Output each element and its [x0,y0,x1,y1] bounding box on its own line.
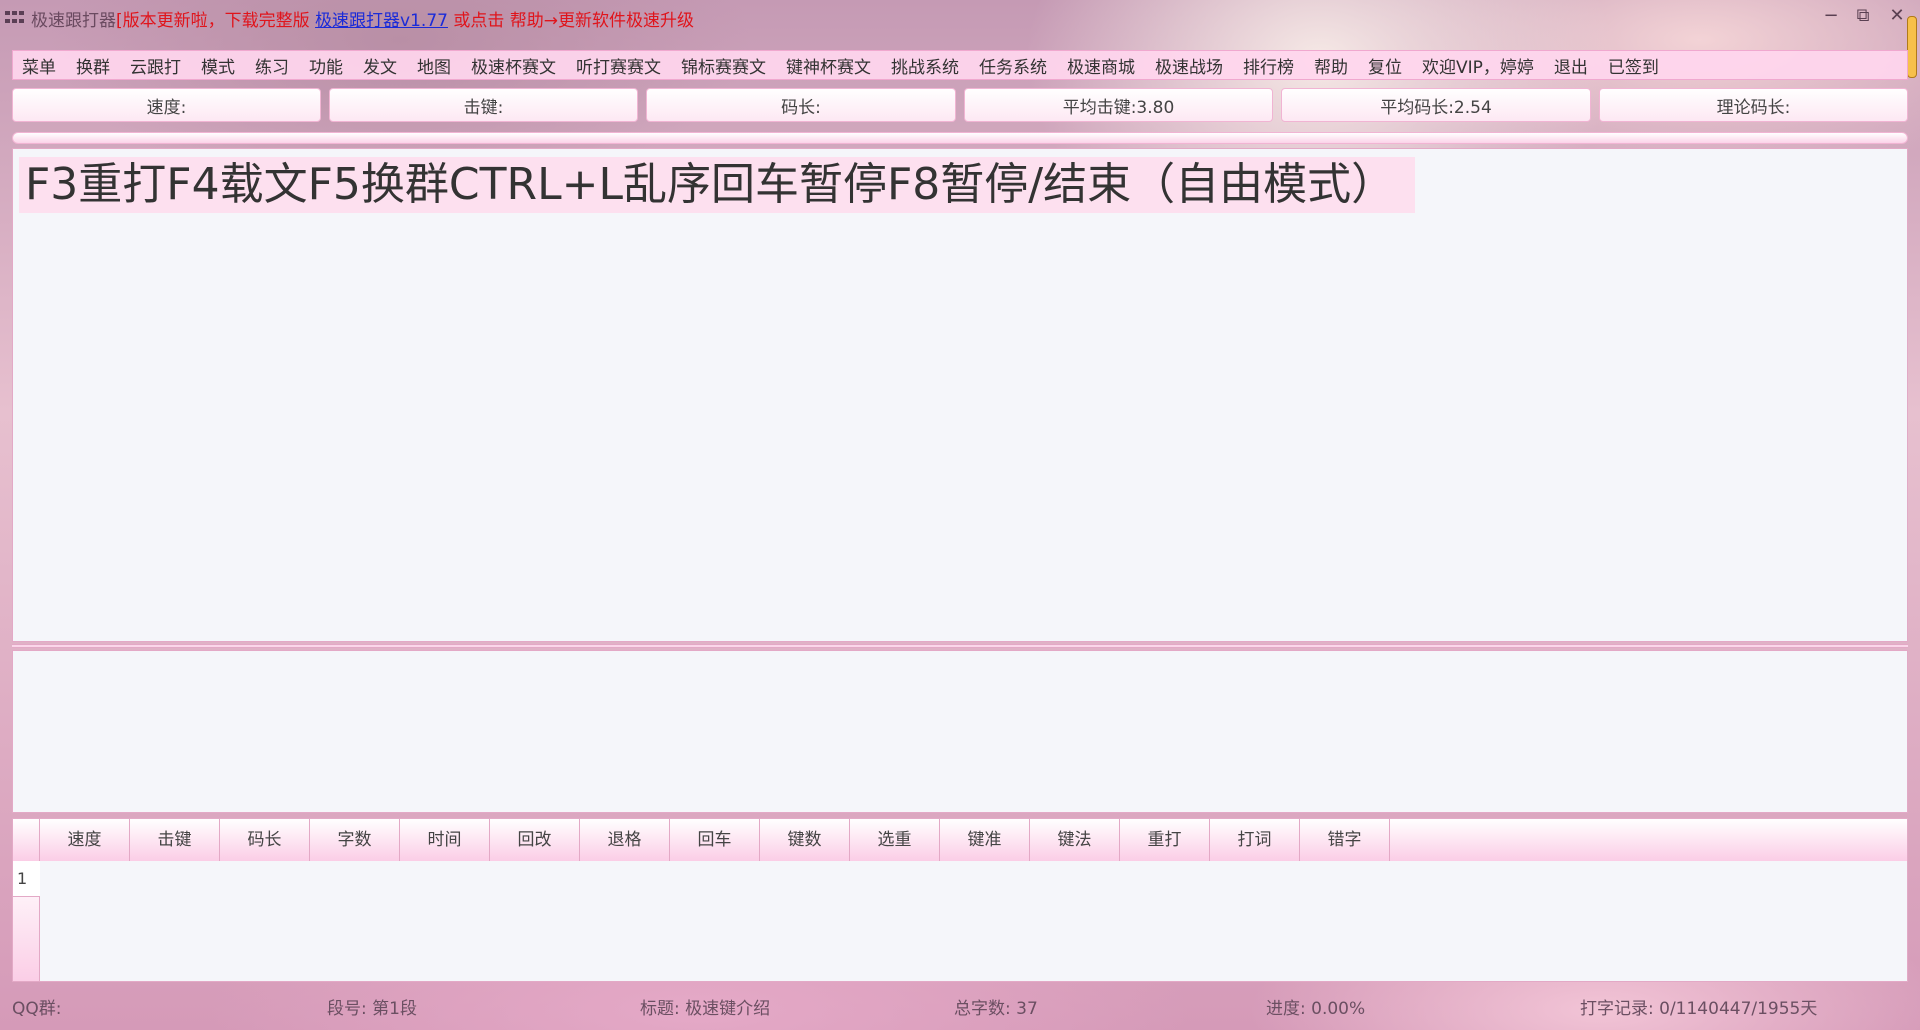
results-table: 速度 击键 码长 字数 时间 回改 退格 回车 键数 选重 键准 键法 重打 打… [12,818,1908,982]
restore-icon[interactable]: ⧉ [1852,6,1874,26]
stat-avg-keystroke: 平均击键:3.80 [964,88,1273,122]
stat-code-length: 码长: [646,88,956,122]
close-icon[interactable]: ✕ [1886,6,1908,26]
col-enter[interactable]: 回车 [670,819,760,861]
col-word-typing[interactable]: 打词 [1210,819,1300,861]
source-text-panel: F3重打F4载文F5换群CTRL+L乱序回车暂停F8暂停/结束（自由模式） [12,148,1908,642]
menu-item-battlefield[interactable]: 极速战场 [1145,53,1233,78]
menu-item-help[interactable]: 帮助 [1304,53,1358,78]
menu-item-switch-group[interactable]: 换群 [66,53,120,78]
col-corrections[interactable]: 回改 [490,819,580,861]
col-char-count[interactable]: 字数 [310,819,400,861]
menu-item-main[interactable]: 菜单 [13,53,66,78]
menu-item-exit[interactable]: 退出 [1544,53,1598,78]
col-retype[interactable]: 重打 [1120,819,1210,861]
menu-item-mode[interactable]: 模式 [191,53,245,78]
menu-item-practice[interactable]: 练习 [245,53,299,78]
col-code-length[interactable]: 码长 [220,819,310,861]
col-errors[interactable]: 错字 [1300,819,1390,861]
status-qq-group: QQ群: [12,999,62,1019]
side-scroll-handle[interactable] [1907,16,1917,78]
typing-progress-bar [12,132,1908,144]
stat-speed: 速度: [12,88,321,122]
col-key-method[interactable]: 键法 [1030,819,1120,861]
source-text: F3重打F4载文F5换群CTRL+L乱序回车暂停F8暂停/结束（自由模式） [19,157,1416,213]
menu-item-championship[interactable]: 锦标赛赛文 [671,53,776,78]
stat-avg-code-length: 平均码长:2.54 [1281,88,1591,122]
col-speed[interactable]: 速度 [40,819,130,861]
table-corner [13,819,40,861]
minimize-icon[interactable]: − [1820,6,1842,26]
col-time[interactable]: 时间 [400,819,490,861]
stat-theory-code-length: 理论码长: [1599,88,1908,122]
stat-keystroke: 击键: [329,88,638,122]
menu-item-welcome-vip[interactable]: 欢迎VIP，婷婷 [1412,53,1544,78]
results-header-row: 速度 击键 码长 字数 时间 回改 退格 回车 键数 选重 键准 键法 重打 打… [13,819,1907,861]
status-bar: QQ群: 段号: 第1段 标题: 极速键介绍 总字数: 37 进度: 0.00%… [0,986,1920,1026]
col-backspace[interactable]: 退格 [580,819,670,861]
menu-item-leaderboard[interactable]: 排行榜 [1233,53,1304,78]
update-notice: [版本更新啦，下载完整版 [116,10,310,31]
status-typing-record: 打字记录: 0/1140447/1955天 [1580,999,1818,1019]
menu-item-map[interactable]: 地图 [407,53,461,78]
menu-item-reset[interactable]: 复位 [1358,53,1412,78]
menu-item-tasks[interactable]: 任务系统 [969,53,1057,78]
status-source-title: 标题: 极速键介绍 [640,999,771,1019]
menu-item-speed-cup[interactable]: 极速杯赛文 [461,53,566,78]
update-notice-tail: 或点击 帮助→更新软件极速升级 [453,10,695,31]
row-header-column: 1 [13,861,40,981]
window-title: 极速跟打器[版本更新啦，下载完整版 极速跟打器v1.77 或点击 帮助→更新软件… [31,6,694,31]
menu-item-send-text[interactable]: 发文 [353,53,407,78]
col-selection[interactable]: 选重 [850,819,940,861]
status-segment: 段号: 第1段 [327,999,417,1019]
table-row[interactable]: 1 [13,861,40,897]
menu-item-signed-in[interactable]: 已签到 [1598,53,1669,78]
typing-input-area[interactable] [12,650,1908,813]
menu-item-listen-contest[interactable]: 听打赛赛文 [566,53,671,78]
title-bar: 极速跟打器[版本更新啦，下载完整版 极速跟打器v1.77 或点击 帮助→更新软件… [0,0,1920,36]
app-menu-icon[interactable] [5,11,25,25]
status-total-chars: 总字数: 37 [954,999,1038,1019]
status-progress: 进度: 0.00% [1266,999,1366,1019]
app-name: 极速跟打器 [31,10,116,31]
menu-bar: 菜单 换群 云跟打 模式 练习 功能 发文 地图 极速杯赛文 听打赛赛文 锦标赛… [12,50,1908,80]
download-link[interactable]: 极速跟打器v1.77 [315,11,448,31]
col-key-count[interactable]: 键数 [760,819,850,861]
menu-item-shop[interactable]: 极速商城 [1057,53,1145,78]
menu-item-cloud-typing[interactable]: 云跟打 [120,53,191,78]
menu-item-function[interactable]: 功能 [299,53,353,78]
menu-item-keygod-cup[interactable]: 键神杯赛文 [776,53,881,78]
col-keystroke[interactable]: 击键 [130,819,220,861]
col-key-accuracy[interactable]: 键准 [940,819,1030,861]
menu-item-challenge[interactable]: 挑战系统 [881,53,969,78]
panel-splitter[interactable] [12,644,1908,648]
